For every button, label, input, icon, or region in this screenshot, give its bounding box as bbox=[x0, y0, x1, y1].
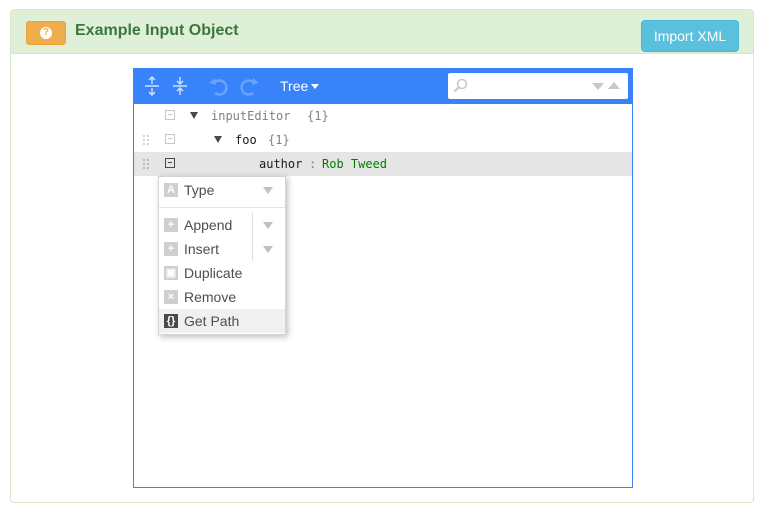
get-path-icon: {} bbox=[164, 314, 178, 328]
menu-item-append[interactable]: + Append bbox=[159, 213, 285, 237]
mode-label: Tree bbox=[280, 78, 309, 94]
chevron-down-icon bbox=[311, 84, 320, 89]
menu-divider bbox=[159, 207, 285, 208]
help-button[interactable]: ? bbox=[26, 21, 66, 45]
menu-item-label: Type bbox=[184, 182, 215, 198]
remove-icon: × bbox=[164, 290, 178, 304]
menu-item-label: Get Path bbox=[184, 313, 240, 329]
import-xml-button[interactable]: Import XML bbox=[641, 20, 739, 52]
field-name[interactable]: author bbox=[259, 157, 302, 171]
submenu-divider bbox=[252, 237, 253, 261]
field-separator: : bbox=[309, 157, 317, 171]
search-box bbox=[448, 73, 628, 99]
search-icon bbox=[453, 78, 469, 99]
editor-menu-bar: Tree bbox=[134, 69, 632, 104]
menu-item-remove[interactable]: × Remove bbox=[159, 285, 285, 309]
tree-row-author: author : Rob Tweed bbox=[134, 152, 632, 176]
child-count: {1} bbox=[307, 109, 329, 123]
menu-item-label: Append bbox=[184, 217, 233, 233]
menu-item-label: Remove bbox=[184, 289, 237, 305]
menu-item-type[interactable]: A Type bbox=[159, 178, 285, 202]
search-next-icon[interactable] bbox=[592, 83, 604, 90]
menu-item-label: Insert bbox=[184, 241, 220, 257]
chevron-down-icon bbox=[263, 187, 273, 194]
field-name: inputEditor bbox=[211, 109, 291, 123]
expand-toggle-icon[interactable] bbox=[190, 112, 198, 119]
context-menu-button[interactable] bbox=[165, 158, 175, 168]
submenu-divider bbox=[252, 213, 253, 237]
panel-heading: ? Example Input Object Import XML bbox=[11, 10, 753, 54]
tree-row-root: inputEditor {1} bbox=[134, 104, 632, 128]
field-name[interactable]: foo bbox=[235, 133, 257, 147]
type-icon: A bbox=[164, 183, 178, 197]
menu-item-duplicate[interactable]: ▣ Duplicate bbox=[159, 261, 285, 285]
context-menu-button[interactable] bbox=[165, 110, 175, 120]
drag-handle-icon[interactable] bbox=[142, 134, 150, 146]
collapse-all-icon[interactable] bbox=[168, 74, 192, 98]
panel-title: Example Input Object bbox=[75, 22, 239, 39]
duplicate-icon: ▣ bbox=[164, 266, 178, 280]
insert-icon: + bbox=[164, 242, 178, 256]
context-menu: A Type + Append + Insert ▣ Duplicate × R… bbox=[158, 176, 286, 335]
undo-icon[interactable] bbox=[206, 74, 230, 98]
append-icon: + bbox=[164, 218, 178, 232]
expand-all-icon[interactable] bbox=[140, 74, 164, 98]
field-value[interactable]: Rob Tweed bbox=[322, 157, 387, 171]
redo-icon[interactable] bbox=[238, 74, 262, 98]
mode-dropdown[interactable]: Tree bbox=[280, 78, 320, 94]
menu-item-label: Duplicate bbox=[184, 265, 243, 281]
child-count: {1} bbox=[268, 133, 290, 147]
chevron-down-icon[interactable] bbox=[263, 222, 273, 229]
context-menu-button[interactable] bbox=[165, 134, 175, 144]
search-input[interactable] bbox=[472, 76, 586, 96]
expand-toggle-icon[interactable] bbox=[214, 136, 222, 143]
tree-row-foo: foo {1} bbox=[134, 128, 632, 152]
chevron-down-icon[interactable] bbox=[263, 246, 273, 253]
search-previous-icon[interactable] bbox=[608, 82, 620, 89]
menu-item-get-path[interactable]: {} Get Path bbox=[159, 309, 285, 333]
drag-handle-icon[interactable] bbox=[142, 158, 150, 170]
question-icon: ? bbox=[40, 27, 52, 39]
menu-item-insert[interactable]: + Insert bbox=[159, 237, 285, 261]
